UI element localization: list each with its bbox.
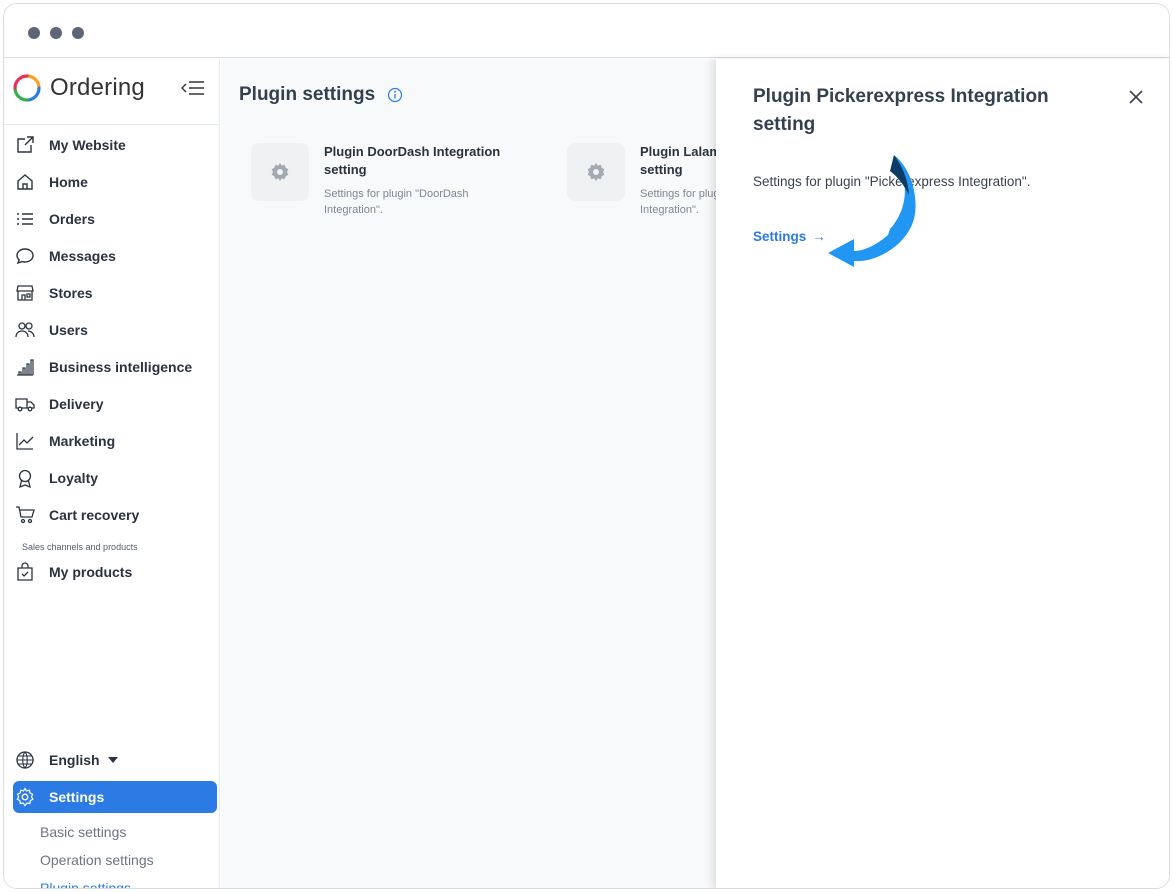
panel-title: Plugin Pickerexpress Integration setting — [753, 86, 1049, 135]
sidebar-item-home[interactable]: Home — [13, 166, 217, 198]
sidebar-item-users[interactable]: Users — [13, 314, 217, 346]
sidebar-item-delivery[interactable]: Delivery — [13, 388, 217, 420]
language-selector[interactable]: English — [13, 744, 217, 776]
window-dot — [28, 27, 40, 39]
sidebar-item-label: Users — [49, 322, 88, 338]
pointer-arrow-icon — [828, 155, 916, 267]
gear-icon — [587, 163, 605, 181]
cart-icon — [15, 505, 35, 525]
page-title-text: Plugin settings — [239, 84, 376, 105]
close-icon[interactable] — [1126, 87, 1146, 107]
sidebar-item-label: Delivery — [49, 396, 104, 412]
main-content: Plugin settings Plugin DoorDash Integrat… — [221, 59, 814, 888]
page-title: Plugin settings — [239, 84, 403, 106]
sidebar-collapse-icon[interactable] — [180, 79, 206, 97]
bar-chart-icon — [15, 357, 35, 377]
sidebar-item-label: Business intelligence — [49, 359, 193, 375]
plugin-settings-panel: Plugin Pickerexpress Integration setting… — [716, 59, 1169, 888]
sidebar-item-business-intelligence[interactable]: Business intelligence — [13, 351, 217, 383]
plugin-card-description: Settings for plugin "DoorDash Integratio… — [324, 188, 469, 216]
sidebar-item-label: Settings — [49, 789, 105, 805]
store-icon — [15, 283, 35, 303]
home-icon — [15, 172, 35, 192]
sidebar-item-orders[interactable]: Orders — [13, 203, 217, 235]
sidebar-item-marketing[interactable]: Marketing — [13, 425, 217, 457]
shopping-bag-icon — [15, 562, 35, 582]
gear-icon — [271, 163, 289, 181]
sub-item-plugin-settings[interactable]: Plugin settings — [40, 880, 131, 888]
section-caption: Sales channels and products — [22, 542, 138, 552]
chat-icon — [15, 246, 35, 266]
sidebar-item-label: Stores — [49, 285, 93, 301]
truck-icon — [15, 394, 35, 414]
ordering-logo-icon — [13, 74, 41, 102]
sub-item-basic-settings[interactable]: Basic settings — [40, 824, 126, 840]
line-chart-icon — [15, 431, 35, 451]
sidebar-item-label: Messages — [49, 248, 116, 264]
sidebar-item-label: My products — [49, 564, 133, 580]
language-label: English — [49, 752, 100, 768]
sidebar-item-cart-recovery[interactable]: Cart recovery — [13, 499, 217, 531]
sidebar-item-label: My Website — [49, 137, 126, 153]
sub-item-operation-settings[interactable]: Operation settings — [40, 852, 154, 868]
sidebar-item-label: Marketing — [49, 433, 116, 449]
sidebar-item-loyalty[interactable]: Loyalty — [13, 462, 217, 494]
settings-link[interactable]: Settings → — [753, 229, 826, 244]
sidebar-item-settings[interactable]: Settings — [13, 781, 217, 813]
browser-window: Ordering My Website Home Orders Messages… — [3, 3, 1170, 889]
info-icon[interactable] — [387, 87, 403, 103]
list-icon — [15, 209, 35, 229]
sidebar-item-label: Orders — [49, 211, 95, 227]
gear-icon — [15, 787, 35, 807]
sidebar-item-label: Home — [49, 174, 88, 190]
award-icon — [15, 468, 35, 488]
sidebar: Ordering My Website Home Orders Messages… — [4, 59, 220, 888]
plugin-card-doordash[interactable]: Plugin DoorDash Integration setting Sett… — [251, 143, 551, 233]
globe-icon — [15, 750, 35, 770]
settings-link-label: Settings — [753, 229, 807, 244]
window-dot — [72, 27, 84, 39]
sidebar-item-label: Cart recovery — [49, 507, 140, 523]
window-dot — [50, 27, 62, 39]
external-link-icon — [15, 135, 35, 155]
sidebar-item-messages[interactable]: Messages — [13, 240, 217, 272]
sidebar-divider — [4, 124, 220, 125]
logo-text: Ordering — [50, 74, 145, 101]
sidebar-item-my-products[interactable]: My products — [13, 556, 217, 588]
users-icon — [15, 320, 35, 340]
plugin-icon-box — [251, 143, 309, 201]
plugin-card-title: Plugin DoorDash Integration setting — [324, 144, 501, 177]
app-logo[interactable]: Ordering — [12, 71, 145, 105]
window-titlebar — [4, 4, 1169, 58]
sidebar-item-label: Loyalty — [49, 470, 99, 486]
plugin-icon-box — [567, 143, 625, 201]
sidebar-item-stores[interactable]: Stores — [13, 277, 217, 309]
caret-down-icon — [107, 757, 118, 763]
sidebar-item-my-website[interactable]: My Website — [13, 129, 217, 161]
